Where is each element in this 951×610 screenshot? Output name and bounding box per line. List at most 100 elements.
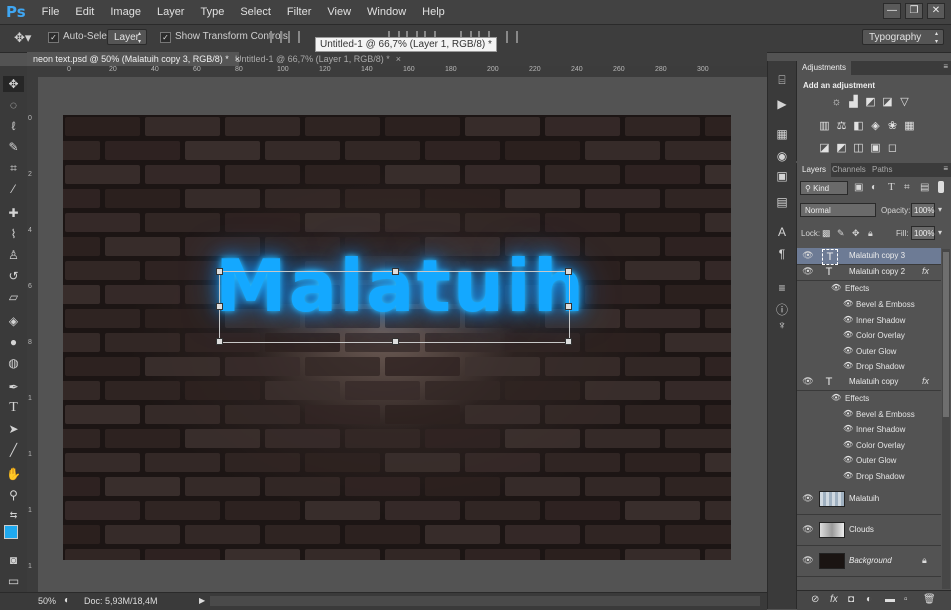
paint-bucket-tool-icon[interactable]: ◈ (3, 313, 24, 329)
tab-channels[interactable]: Channels (827, 163, 871, 177)
path-selection-tool-icon[interactable]: ➤ (3, 421, 24, 437)
layer-row[interactable]: 👁︎ Background 🔒︎ (797, 545, 941, 577)
posterize-icon[interactable]: ◩ (836, 143, 847, 154)
effects-group-row[interactable]: 👁︎ Effects (797, 280, 941, 296)
effect-row[interactable]: 👁︎ Color Overlay (797, 437, 941, 453)
lock-image-icon[interactable]: ✎ (837, 228, 845, 239)
visibility-eye-icon[interactable]: 👁︎ (802, 555, 814, 566)
color-panel-icon[interactable]: ◉ (775, 149, 789, 163)
layer-row[interactable]: 👁︎ Malatuih (797, 483, 941, 515)
visibility-eye-icon[interactable]: 👁︎ (802, 376, 814, 387)
menu-select[interactable]: Select (232, 6, 279, 18)
transform-handle[interactable] (392, 338, 399, 345)
effect-row[interactable]: 👁︎ Bevel & Emboss (797, 296, 941, 312)
effect-row[interactable]: 👁︎ Bevel & Emboss (797, 406, 941, 422)
close-tab-icon[interactable]: × (396, 54, 401, 64)
visibility-eye-icon[interactable]: 👁︎ (843, 409, 853, 418)
visibility-eye-icon[interactable]: 👁︎ (802, 524, 814, 535)
brush-tool-icon[interactable]: ⌇ (3, 226, 24, 242)
type-tool-icon[interactable]: T (3, 400, 24, 416)
curves-icon[interactable]: ◩ (865, 97, 876, 108)
effect-row[interactable]: 👁︎ Outer Glow (797, 452, 941, 468)
tab-adjustments[interactable]: Adjustments (797, 61, 852, 75)
blur-tool-icon[interactable]: ● (3, 334, 24, 350)
add-style-icon[interactable]: fx (830, 594, 838, 605)
layer-row[interactable]: 👁︎ T Malatuih copy fx (797, 374, 941, 391)
new-group-icon[interactable]: ▬ (885, 594, 895, 605)
visibility-eye-icon[interactable]: 👁︎ (843, 299, 853, 308)
align-top-icon[interactable] (270, 31, 282, 43)
new-layer-icon[interactable]: ▫ (904, 594, 908, 605)
layer-effects-icon[interactable]: fx (922, 266, 929, 276)
effect-row[interactable]: 👁︎ Drop Shadow (797, 468, 941, 484)
quick-select-tool-icon[interactable]: ✎ (3, 139, 24, 155)
menu-help[interactable]: Help (414, 6, 453, 18)
menu-window[interactable]: Window (359, 6, 414, 18)
zoom-level[interactable]: 50% (38, 596, 56, 606)
document-canvas[interactable]: Malatuih (63, 115, 731, 560)
visibility-eye-icon[interactable]: 👁︎ (843, 346, 853, 355)
menu-filter[interactable]: Filter (279, 6, 319, 18)
threshold-icon[interactable]: ◫ (853, 143, 864, 154)
blend-mode-dropdown[interactable]: Normal (800, 203, 876, 217)
menu-view[interactable]: View (319, 6, 359, 18)
visibility-eye-icon[interactable]: 👁︎ (843, 330, 853, 339)
opacity-slider-arrow-icon[interactable]: ▾ (938, 205, 942, 214)
eraser-tool-icon[interactable]: ▱ (3, 289, 24, 305)
hand-tool-icon[interactable]: ✋ (3, 466, 24, 482)
history-brush-tool-icon[interactable]: ↺ (3, 268, 24, 284)
canvas-workspace[interactable]: Malatuih (38, 77, 767, 592)
status-menu-arrow-icon[interactable]: ▶ (199, 596, 205, 605)
auto-align-icon[interactable] (506, 31, 518, 43)
workspace-dropdown[interactable]: Typography (862, 29, 944, 46)
styles-panel-icon[interactable]: ▣ (775, 169, 789, 183)
visibility-eye-icon[interactable]: 👁︎ (843, 440, 853, 449)
restore-button[interactable]: ❐ (905, 3, 923, 19)
layers-scrollbar[interactable] (942, 249, 950, 589)
add-mask-icon[interactable]: ◘ (848, 594, 854, 605)
visibility-eye-icon[interactable]: 👁︎ (802, 250, 814, 261)
transform-handle[interactable] (565, 303, 572, 310)
screen-mode-icon[interactable]: ▭ (3, 573, 24, 589)
properties-panel-icon[interactable]: ▤ (775, 195, 789, 209)
quick-mask-icon[interactable]: ◙ (3, 552, 24, 568)
status-info-icon[interactable]: ◐ (64, 595, 70, 606)
move-tool-preset-icon[interactable]: ✥▾ (14, 30, 31, 46)
pen-tool-icon[interactable]: ✒ (3, 379, 24, 395)
visibility-eye-icon[interactable]: 👁︎ (843, 455, 853, 464)
lasso-tool-icon[interactable]: ℓ (3, 118, 24, 134)
tab-layers[interactable]: Layers (797, 163, 832, 177)
transform-handle[interactable] (565, 338, 572, 345)
character-panel-icon[interactable]: A (775, 225, 789, 239)
clone-stamp-tool-icon[interactable]: ♙ (3, 247, 24, 263)
visibility-eye-icon[interactable]: 👁︎ (831, 393, 841, 402)
photo-filter-icon[interactable]: ◈ (870, 121, 881, 132)
panel-menu-icon[interactable]: ≡ (943, 62, 948, 71)
menu-layer[interactable]: Layer (149, 6, 193, 18)
move-tool-icon[interactable]: ✥ (3, 76, 24, 92)
panel-menu-icon[interactable]: ≡ (943, 164, 948, 173)
swatches-panel-icon[interactable]: ▦ (775, 127, 789, 141)
foreground-color-swatch[interactable] (4, 525, 18, 539)
brightness-icon[interactable]: ☼ (831, 97, 842, 108)
zoom-tool-icon[interactable]: ⚲ (3, 487, 24, 503)
visibility-eye-icon[interactable]: 👁︎ (802, 266, 814, 277)
dodge-tool-icon[interactable]: ◍ (3, 355, 24, 371)
effect-row[interactable]: 👁︎ Inner Shadow (797, 312, 941, 328)
paragraph-panel-icon[interactable]: ¶ (775, 247, 789, 261)
lock-all-icon[interactable]: 🔒︎ (868, 228, 873, 239)
crop-tool-icon[interactable]: ⌗ (3, 160, 24, 176)
effect-row[interactable]: 👁︎ Outer Glow (797, 343, 941, 359)
filter-pixel-icon[interactable]: ▣ (854, 182, 863, 193)
color-lookup-icon[interactable]: ▦ (904, 121, 915, 132)
line-tool-icon[interactable]: ╱ (3, 442, 24, 458)
layer-row[interactable]: 👁︎ T Malatuih copy 2 fx (797, 264, 941, 281)
effect-row[interactable]: 👁︎ Color Overlay (797, 327, 941, 343)
eyedropper-tool-icon[interactable]: ⁄ (3, 181, 24, 197)
menu-image[interactable]: Image (102, 6, 149, 18)
align-vcenter-icon[interactable] (288, 31, 300, 43)
delete-layer-icon[interactable]: 🗑︎ (923, 594, 936, 605)
selective-color-icon[interactable]: ▣ (870, 143, 881, 154)
show-transform-checkbox[interactable]: ✓ Show Transform Controls (160, 31, 288, 43)
invert-icon[interactable]: ◪ (819, 143, 830, 154)
